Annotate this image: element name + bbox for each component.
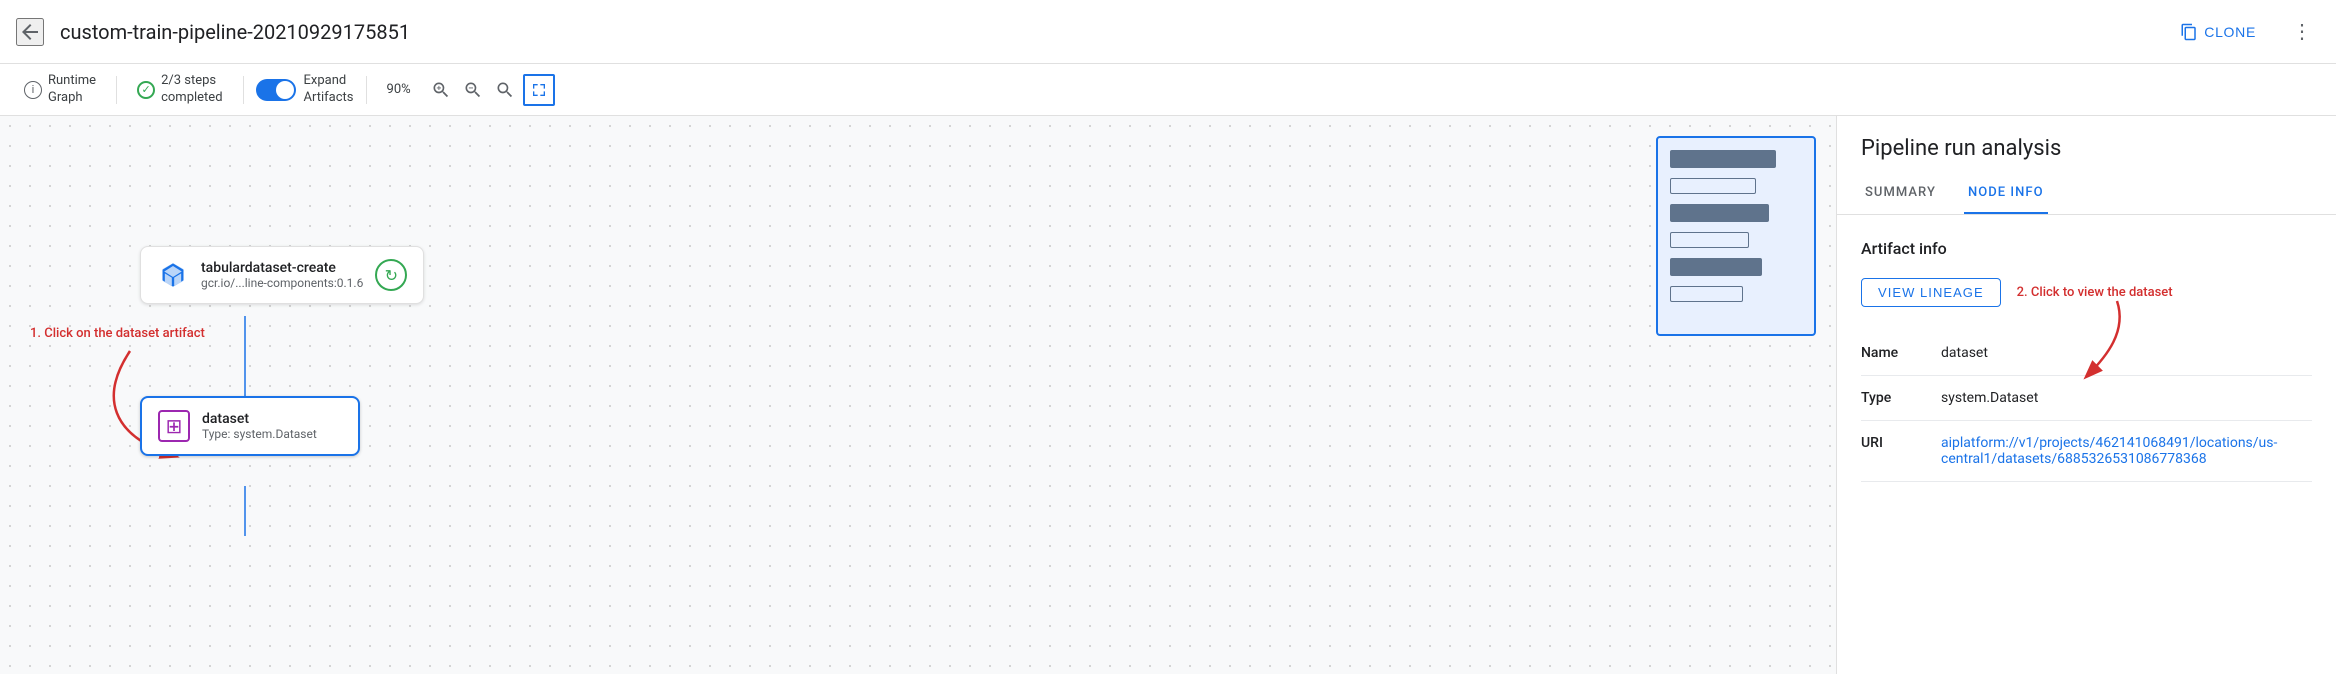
section-title: Artifact info [1861,239,2312,258]
zoom-in-button[interactable] [427,76,455,104]
info-label-type: Type [1861,390,1941,406]
view-lineage-button[interactable]: VIEW LINEAGE [1861,278,2001,307]
right-panel: Pipeline run analysis SUMMARY NODE INFO … [1836,116,2336,674]
info-icon: i [24,81,42,99]
annotation-1: 1. Click on the dataset artifact [30,326,205,341]
info-value-uri[interactable]: aiplatform://v1/projects/462141068491/lo… [1941,435,2312,467]
check-circle-icon: ✓ [137,81,155,99]
info-value-type: system.Dataset [1941,390,2312,406]
node-tabulardataset-text: tabulardataset-create gcr.io/...line-com… [201,260,363,290]
info-row-uri: URI aiplatform://v1/projects/46214106849… [1861,421,2312,482]
node-dataset[interactable]: ⊞ dataset Type: system.Dataset [140,396,360,456]
divider-3 [366,76,367,104]
divider-1 [116,76,117,104]
top-bar: custom-train-pipeline-20210929175851 CLO… [0,0,2336,64]
info-row-type: Type system.Dataset [1861,376,2312,421]
node-action-button[interactable]: ↻ [375,259,407,291]
preview-bar-2 [1670,178,1756,194]
expand-artifacts-label: Expand Artifacts [304,73,354,107]
preview-bar-4 [1670,232,1749,248]
more-button[interactable]: ⋮ [2284,15,2320,48]
grid-icon: ⊞ [158,410,190,442]
graph-panel[interactable]: 1. Click on the dataset artifact tabular… [0,116,1836,674]
zoom-controls: 90% [387,74,555,106]
steps-completed-label: 2/3 steps completed [161,73,222,107]
connector-line-bottom [240,486,250,536]
back-button[interactable] [16,18,44,46]
zoom-reset-button[interactable] [491,76,519,104]
node-dataset-subtitle: Type: system.Dataset [202,427,342,441]
preview-bar-5 [1670,258,1762,276]
clone-button[interactable]: CLONE [2168,17,2268,47]
node-dataset-text: dataset Type: system.Dataset [202,411,342,441]
node-tabulardataset[interactable]: tabulardataset-create gcr.io/...line-com… [140,246,424,304]
fullscreen-button[interactable] [523,74,555,106]
pipeline-title: custom-train-pipeline-20210929175851 [60,20,2152,44]
node-tabulardataset-title: tabulardataset-create [201,260,363,276]
preview-bar-3 [1670,204,1769,222]
panel-title: Pipeline run analysis [1837,116,2336,161]
node-dataset-title: dataset [202,411,342,427]
node-tabulardataset-subtitle: gcr.io/...line-components:0.1.6 [201,276,363,290]
info-label-uri: URI [1861,435,1941,451]
info-row-name: Name dataset [1861,331,2312,376]
connector-line [240,316,250,406]
tab-summary[interactable]: SUMMARY [1861,173,1940,214]
annotation-2: 2. Click to view the dataset [2017,285,2173,300]
main-content: 1. Click on the dataset artifact tabular… [0,116,2336,674]
annotation-arrow-1 [0,116,1836,674]
toggle-switch[interactable] [256,79,296,101]
toggle-knob [276,81,294,99]
right-panel-body: Artifact info VIEW LINEAGE 2. Click to v… [1837,215,2336,674]
steps-completed-item: ✓ 2/3 steps completed [129,69,230,111]
tabs-row: SUMMARY NODE INFO [1837,173,2336,215]
runtime-graph-label: Runtime Graph [48,73,96,107]
runtime-graph-item[interactable]: i Runtime Graph [16,69,104,111]
info-label-name: Name [1861,345,1941,361]
expand-artifacts-toggle[interactable]: Expand Artifacts [256,73,354,107]
preview-bar-6 [1670,286,1743,302]
divider-2 [243,76,244,104]
cube-icon [157,259,189,291]
preview-bar-1 [1670,150,1776,168]
info-value-name: dataset [1941,345,2312,361]
zoom-out-button[interactable] [459,76,487,104]
tab-node-info[interactable]: NODE INFO [1964,173,2048,214]
clone-label: CLONE [2204,24,2256,40]
preview-box [1656,136,1816,336]
sub-toolbar: i Runtime Graph ✓ 2/3 steps completed Ex… [0,64,2336,116]
more-icon: ⋮ [2292,21,2312,43]
zoom-level: 90% [387,82,423,97]
